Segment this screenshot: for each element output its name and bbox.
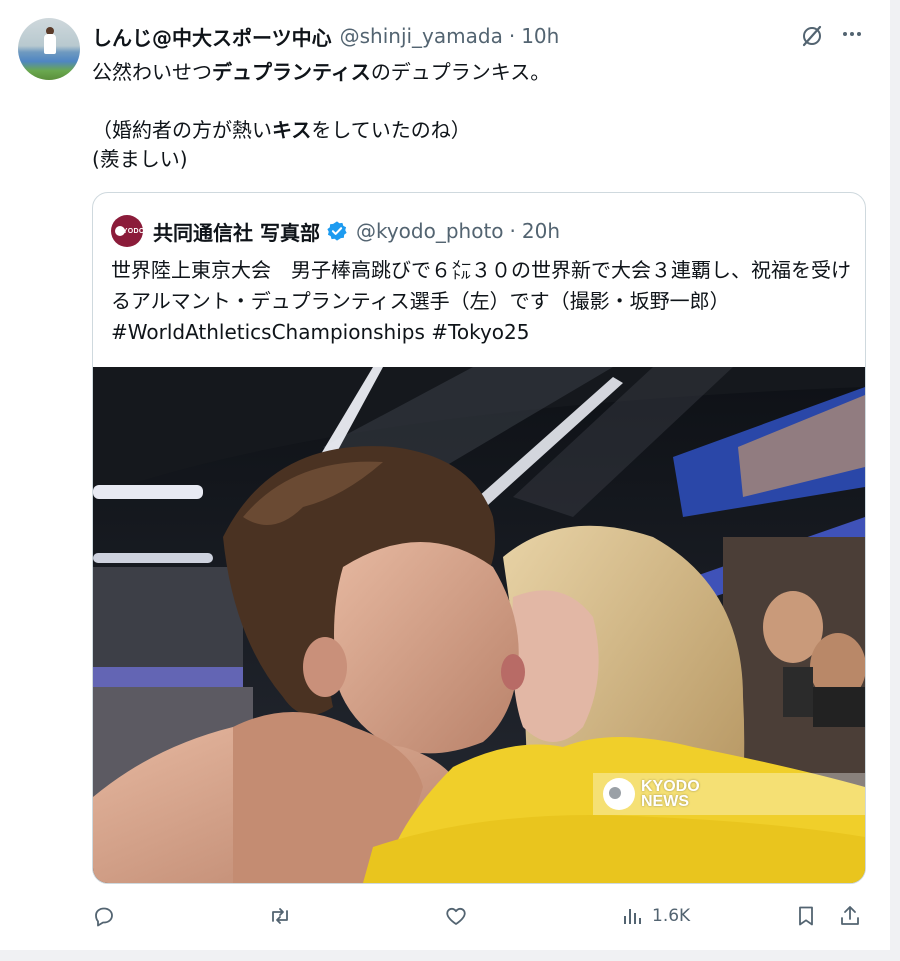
kyodo-watermark: KYODO NEWS: [593, 773, 865, 815]
highlight-keyword: キス: [272, 118, 312, 142]
separator-dot: ·: [508, 24, 516, 48]
text-part: をしていたのね）: [311, 118, 471, 142]
kyodo-logo-icon: [603, 778, 635, 810]
like-button[interactable]: [444, 900, 468, 932]
repost-icon: [272, 908, 288, 924]
reply-icon: [95, 907, 113, 927]
bookmark-icon: [799, 906, 813, 926]
share-icon: [841, 906, 859, 925]
watermark-text: KYODO NEWS: [641, 778, 700, 810]
user-handle[interactable]: @shinji_yamada: [340, 24, 503, 48]
watermark-line2: NEWS: [641, 793, 689, 810]
quoted-timestamp[interactable]: 20h: [522, 219, 560, 243]
views-icon: [624, 909, 641, 924]
grok-icon[interactable]: [800, 24, 824, 48]
share-button[interactable]: [838, 900, 862, 932]
quoted-handle[interactable]: @kyodo_photo: [356, 219, 504, 243]
text-part: （婚約者の方が熱い: [92, 118, 272, 142]
text-part: のデュプランキス。: [370, 60, 551, 84]
text-part: 公然わいせつ: [92, 60, 212, 84]
quoted-avatar[interactable]: KYODO: [111, 215, 145, 247]
user-avatar[interactable]: [18, 18, 80, 80]
views-button[interactable]: 1.6K: [620, 900, 690, 932]
verified-icon: [327, 221, 347, 241]
text-part: (羨ましい): [92, 147, 188, 171]
quoted-avatar-label: KYODO: [117, 227, 145, 235]
bookmark-button[interactable]: [794, 900, 818, 932]
repost-button[interactable]: [268, 900, 292, 932]
tweet-text: 公然わいせつデュプランティスのデュプランキス。 （婚約者の方が熱いキスをしていた…: [92, 58, 862, 174]
tweet-card: しんじ@中大スポーツ中心 @shinji_yamada · 10h 公然わいせつ…: [0, 0, 890, 950]
separator-dot: ·: [509, 219, 516, 243]
highlight-keyword: デュプランティス: [212, 60, 371, 84]
watermark-line1: KYODO: [641, 778, 700, 795]
display-name[interactable]: しんじ@中大スポーツ中心: [92, 22, 332, 51]
kiss-photo[interactable]: KYODO NEWS: [93, 367, 865, 883]
like-icon: [446, 907, 466, 925]
more-icon[interactable]: [836, 22, 868, 50]
quoted-display-name[interactable]: 共同通信社 写真部: [153, 217, 320, 246]
views-count: 1.6K: [652, 906, 691, 926]
tweet-header: しんじ@中大スポーツ中心 @shinji_yamada · 10h: [92, 20, 559, 52]
reply-button[interactable]: [92, 900, 116, 932]
quoted-text: 世界陸上東京大会 男子棒高跳びで６㍍３０の世界新で大会３連覇し、祝福を受けるアル…: [111, 258, 851, 344]
action-bar: 1.6K: [92, 900, 872, 932]
quoted-tweet[interactable]: KYODO 共同通信社 写真部 @kyodo_photo · 20h 世界陸上東…: [92, 192, 866, 884]
quoted-header: 共同通信社 写真部 @kyodo_photo · 20h: [153, 215, 560, 247]
timestamp[interactable]: 10h: [521, 24, 559, 48]
